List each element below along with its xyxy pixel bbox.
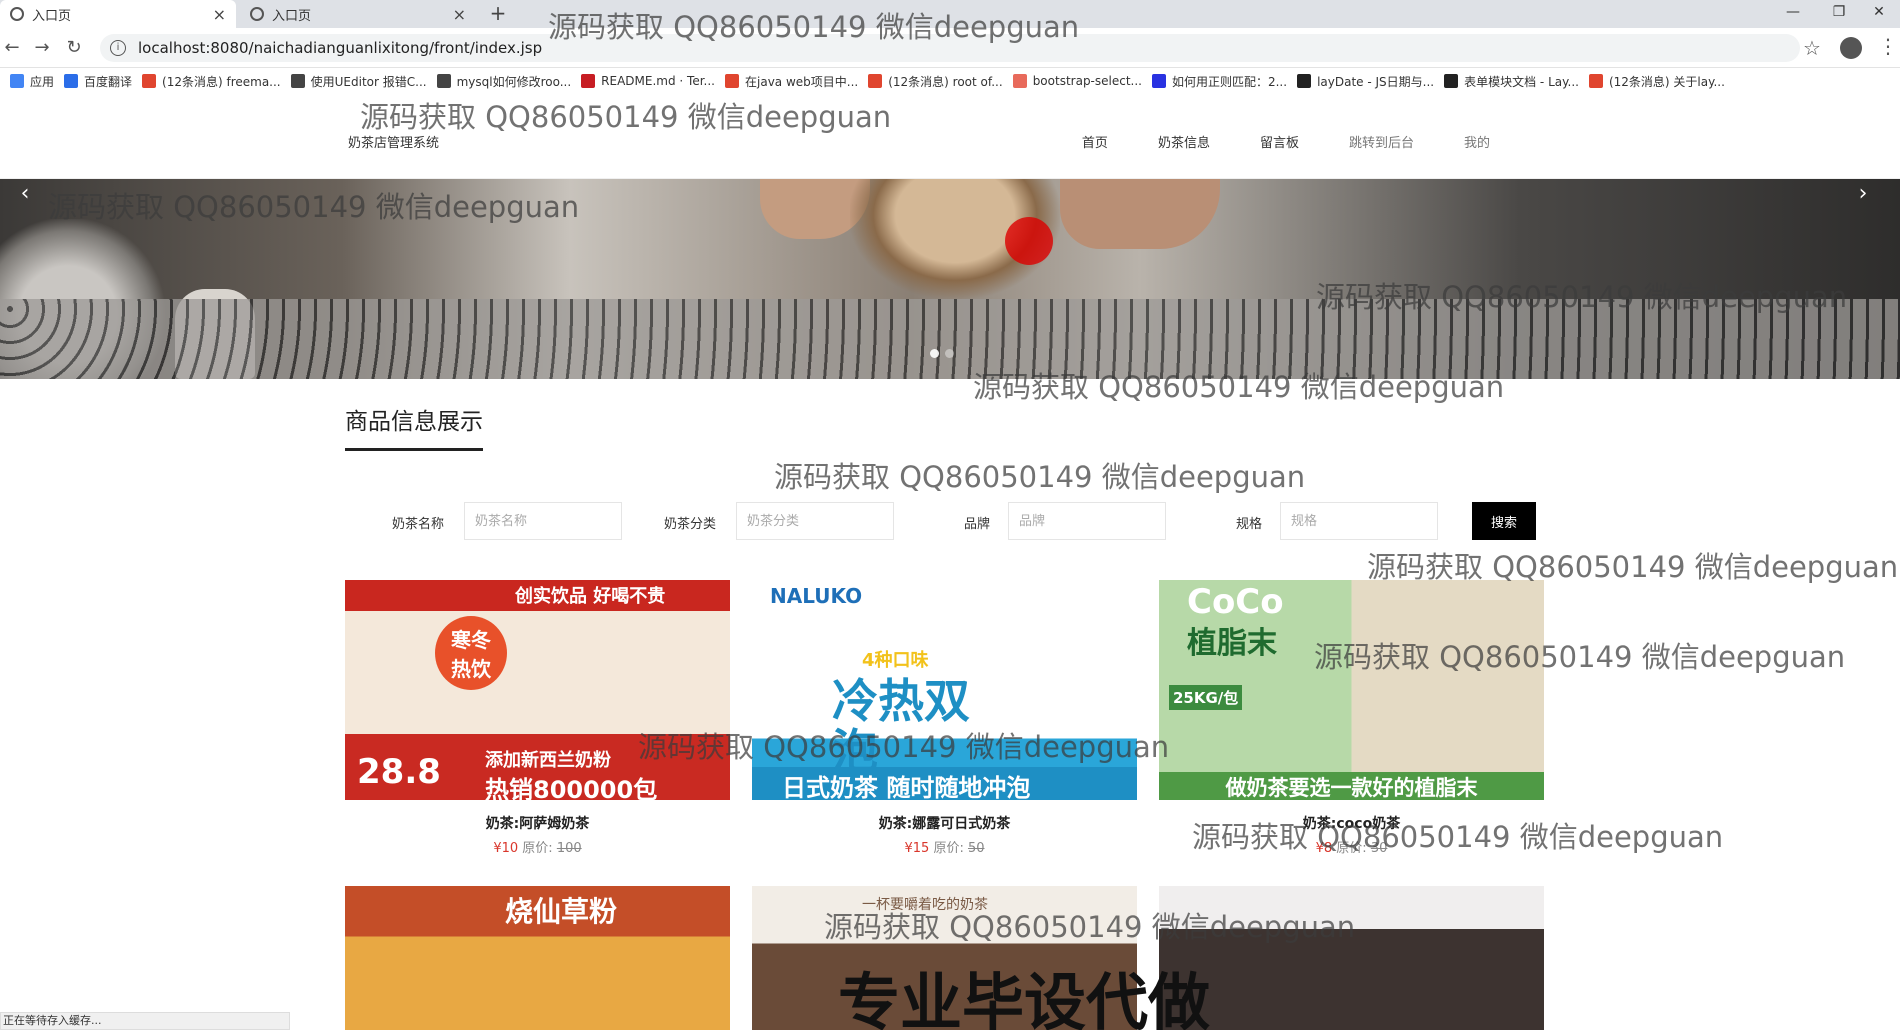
globe-icon xyxy=(10,7,24,21)
csdn-icon xyxy=(868,74,883,88)
search-button[interactable]: 搜索 xyxy=(1472,502,1536,540)
banner-hand xyxy=(1060,179,1220,249)
site-icon xyxy=(436,74,451,88)
translate-icon xyxy=(64,74,79,88)
bookmark-apps[interactable]: 应用 xyxy=(10,73,54,90)
watermark: 源码获取 QQ86050149 微信deepguan xyxy=(774,460,1306,494)
product-card[interactable]: 烧仙草粉 xyxy=(345,886,730,1030)
milktea-name-input[interactable] xyxy=(464,502,622,540)
globe-icon xyxy=(250,7,264,21)
bookmark-item[interactable]: 表单模块文档 - Lay... xyxy=(1444,73,1579,90)
browser-tab-1[interactable]: 入口页 × xyxy=(0,0,236,28)
reload-icon[interactable]: ↻ xyxy=(62,36,86,60)
bookmark-item[interactable]: (12条消息) root of... xyxy=(868,73,1003,90)
bookmark-item[interactable]: 在java web项目中... xyxy=(725,73,858,90)
product-image[interactable]: CoCo 植脂末 25KG/包 做奶茶要选一款好的植脂末 xyxy=(1159,580,1544,800)
product-card[interactable]: 创实饮品 好喝不贵 寒冬热饮 28.8 添加新西兰奶粉 热销800000包 奶茶… xyxy=(345,580,730,856)
browser-tabbar: 入口页 × 入口页 × + — ❐ ✕ xyxy=(0,0,1900,28)
carousel-prev-icon[interactable]: ‹ xyxy=(10,179,40,209)
status-bar: 正在等待存入缓存... xyxy=(0,1012,290,1030)
carousel-dot[interactable] xyxy=(945,349,954,358)
bookmark-star-icon[interactable]: ☆ xyxy=(1803,36,1821,60)
layui-icon xyxy=(1444,74,1459,88)
product-card[interactable]: NALUKO 4种口味 冷热双泡 日式奶茶 随时随地冲泡 奶茶:娜露可日式奶茶 … xyxy=(752,580,1137,856)
product-image[interactable]: 创实饮品 好喝不贵 寒冬热饮 28.8 添加新西兰奶粉 热销800000包 xyxy=(345,580,730,800)
spec-input[interactable] xyxy=(1280,502,1438,540)
product-price: ¥10 原价: 100 xyxy=(493,841,582,856)
product-price: ¥15 原价: 50 xyxy=(904,841,985,856)
nav-admin[interactable]: 跳转到后台 xyxy=(1349,132,1414,151)
search-label-category: 奶茶分类 xyxy=(664,517,717,532)
close-tab-icon[interactable]: × xyxy=(213,5,226,24)
url-text: localhost:8080/naichadianguanlixitong/fr… xyxy=(138,39,543,57)
tab-label: 入口页 xyxy=(32,8,72,24)
apps-grid-icon xyxy=(10,74,24,88)
address-bar-row: ← → ↻ i localhost:8080/naichadianguanlix… xyxy=(0,28,1900,68)
nav-milktea-info[interactable]: 奶茶信息 xyxy=(1158,132,1210,151)
back-icon[interactable]: ← xyxy=(0,36,24,60)
account-icon[interactable] xyxy=(1840,37,1862,59)
minimize-button[interactable]: — xyxy=(1770,0,1816,28)
product-image[interactable]: NALUKO 4种口味 冷热双泡 日式奶茶 随时随地冲泡 xyxy=(752,580,1137,800)
overlay-banner-text: 专业毕设代做 xyxy=(838,966,1211,1030)
nav-message-board[interactable]: 留言板 xyxy=(1260,132,1299,151)
bookmarks-bar: 应用 百度翻译 (12条消息) freema... 使用UEditor 报错C.… xyxy=(0,68,1900,94)
cursor-highlight xyxy=(1005,217,1053,265)
close-tab-icon[interactable]: × xyxy=(453,5,466,24)
product-card[interactable] xyxy=(1159,886,1544,1030)
banner-table xyxy=(0,299,1900,379)
product-price: ¥8 原价: 30 xyxy=(1315,841,1388,856)
nav-home[interactable]: 首页 xyxy=(1082,132,1108,151)
bookmark-item[interactable]: (12条消息) 关于lay... xyxy=(1588,73,1725,90)
site-header: 奶茶店管理系统 首页 奶茶信息 留言板 跳转到后台 我的 xyxy=(0,94,1900,179)
main-nav: 首页 奶茶信息 留言板 跳转到后台 我的 xyxy=(1032,132,1490,151)
url-field[interactable]: i localhost:8080/naichadianguanlixitong/… xyxy=(100,34,1800,62)
search-label-name: 奶茶名称 xyxy=(392,517,445,532)
bookmark-item[interactable]: bootstrap-select... xyxy=(1012,74,1142,88)
bookmark-item[interactable]: (12条消息) freema... xyxy=(142,73,281,90)
site-icon xyxy=(290,74,305,88)
search-label-brand: 品牌 xyxy=(964,517,991,532)
site-title: 奶茶店管理系统 xyxy=(348,136,440,151)
csdn-icon xyxy=(1588,74,1603,88)
search-label-spec: 规格 xyxy=(1236,517,1263,532)
product-image[interactable] xyxy=(1159,886,1544,1030)
product-name[interactable]: 奶茶:娜露可日式奶茶 xyxy=(752,813,1137,833)
csdn-icon xyxy=(725,74,739,88)
site-icon xyxy=(1012,74,1027,88)
product-image[interactable]: 烧仙草粉 xyxy=(345,886,730,1030)
carousel-next-icon[interactable]: › xyxy=(1848,179,1878,209)
menu-icon[interactable]: ⋮ xyxy=(1878,34,1898,58)
forward-icon[interactable]: → xyxy=(30,36,54,60)
new-tab-button[interactable]: + xyxy=(486,2,510,26)
close-window-button[interactable]: ✕ xyxy=(1856,0,1900,28)
tab-label: 入口页 xyxy=(272,8,312,24)
nav-mine[interactable]: 我的 xyxy=(1464,132,1490,151)
bookmark-item[interactable]: 百度翻译 xyxy=(64,73,132,90)
layui-icon xyxy=(1297,74,1312,88)
bookmark-item[interactable]: mysql如何修改roo... xyxy=(436,73,571,90)
baidu-icon xyxy=(1151,74,1166,88)
gitee-icon xyxy=(581,74,596,88)
info-icon[interactable]: i xyxy=(110,40,126,56)
banner-carousel[interactable]: ‹ › xyxy=(0,179,1900,379)
carousel-dot[interactable] xyxy=(930,349,939,358)
product-name[interactable]: 奶茶:阿萨姆奶茶 xyxy=(345,813,730,833)
milktea-category-input[interactable] xyxy=(736,502,894,540)
bookmark-item[interactable]: 如何用正则匹配：2... xyxy=(1151,73,1287,90)
product-name[interactable]: 奶茶:coco奶茶 xyxy=(1159,813,1544,833)
csdn-icon xyxy=(142,74,157,88)
brand-input[interactable] xyxy=(1008,502,1166,540)
bookmark-item[interactable]: 使用UEditor 报错C... xyxy=(290,73,427,90)
browser-tab-2[interactable]: 入口页 × xyxy=(240,0,476,28)
bookmark-item[interactable]: README.md · Ter... xyxy=(581,74,715,88)
product-card[interactable]: CoCo 植脂末 25KG/包 做奶茶要选一款好的植脂末 奶茶:coco奶茶 ¥… xyxy=(1159,580,1544,856)
section-title: 商品信息展示 xyxy=(345,402,483,451)
search-form: 奶茶名称 奶茶分类 品牌 规格 搜索 xyxy=(390,502,1540,540)
carousel-indicators xyxy=(930,349,960,358)
bookmark-item[interactable]: layDate - JS日期与... xyxy=(1297,73,1434,90)
